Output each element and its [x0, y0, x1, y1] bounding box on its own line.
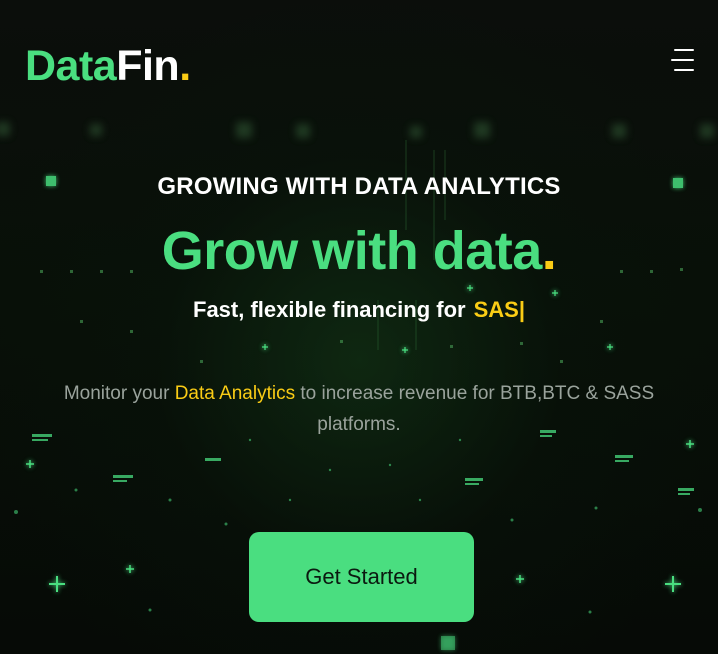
hamburger-menu-icon[interactable]	[668, 46, 698, 74]
menu-line	[674, 69, 694, 71]
logo-text-data: Data	[25, 42, 117, 90]
logo-dot: .	[179, 42, 191, 90]
description-highlight: Data Analytics	[174, 383, 296, 404]
description-after: to increase revenue for BTB,BTC & SASS p…	[295, 383, 655, 435]
menu-line	[671, 59, 694, 61]
headline-dot: .	[541, 221, 557, 281]
headline-text: Grow with data	[161, 221, 543, 281]
hero-eyebrow: GROWING WITH DATA ANALYTICS	[157, 173, 561, 200]
menu-line	[674, 49, 694, 51]
brand-logo[interactable]: DataFin.	[25, 40, 191, 92]
hero-headline: Grow with data.	[0, 220, 718, 282]
hero-section: DataFin. GROWING WITH DATA ANALYTICS Gro…	[0, 0, 718, 654]
hero-tagline: Fast, flexible financing for SAS|	[0, 297, 718, 323]
description-before: Monitor your	[63, 383, 175, 404]
typed-text: SAS|	[473, 297, 525, 322]
get-started-button[interactable]: Get Started	[249, 532, 474, 622]
logo-text-fin: Fin	[116, 42, 180, 90]
tagline-text: Fast, flexible financing for	[193, 297, 466, 322]
hero-description: Monitor your Data Analytics to increase …	[30, 378, 688, 440]
